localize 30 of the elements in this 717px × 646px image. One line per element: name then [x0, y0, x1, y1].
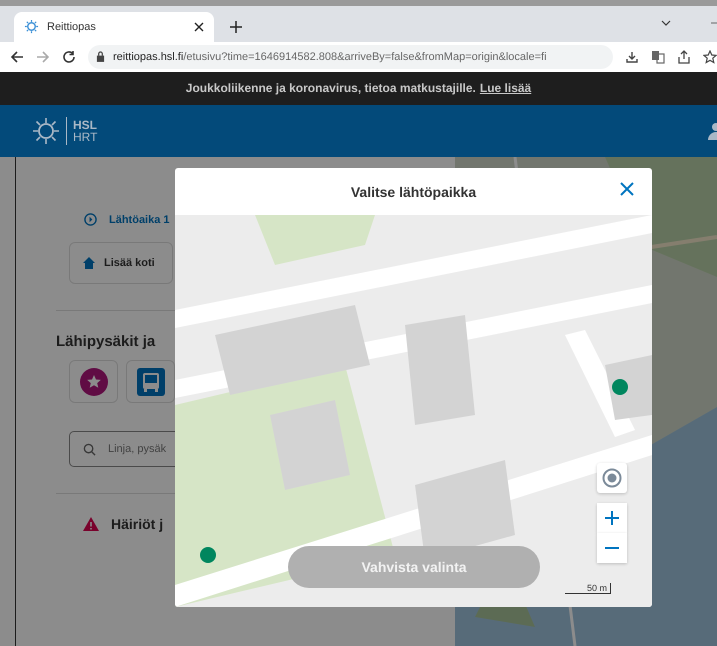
add-home-button[interactable]: Lisää koti [69, 242, 173, 284]
notice-text: Joukkoliikenne ja koronavirus, tietoa matkustajille. [186, 81, 476, 96]
mode-button[interactable] [126, 360, 175, 403]
section-title: Häiriöt j [111, 516, 164, 532]
user-icon[interactable] [707, 122, 717, 140]
search-icon [83, 443, 96, 456]
minimize-icon[interactable] [711, 22, 717, 24]
share-icon[interactable] [677, 50, 691, 64]
reload-icon[interactable] [62, 50, 76, 64]
warning-icon [83, 517, 99, 531]
sun-icon [24, 19, 39, 34]
close-icon[interactable] [194, 22, 204, 32]
plus-icon[interactable] [230, 20, 242, 33]
sun-logo-icon[interactable] [32, 117, 60, 146]
download-icon[interactable] [625, 50, 639, 64]
back-icon[interactable] [10, 50, 24, 64]
read-more-link[interactable]: Lue lisää [480, 81, 532, 96]
logo-text: HRT [73, 131, 98, 144]
dialog-title: Valitse lähtöpaikka [350, 184, 476, 200]
home-icon [82, 256, 96, 270]
logo-text: HSL [73, 119, 98, 132]
address-field[interactable]: reittiopas.hsl.fi/etusivu?time=1646914582.808&arriveBy=false&fromMap=origin&locale=fi [88, 44, 613, 69]
browser-tab[interactable]: Reittiopas [14, 12, 214, 42]
mode-button[interactable] [69, 360, 118, 403]
star-icon[interactable] [703, 50, 717, 64]
chevron-down-icon[interactable] [661, 20, 671, 26]
lock-icon [96, 51, 105, 62]
section-title: Lähipysäkit ja [56, 333, 156, 350]
tab-title: Reittiopas [47, 20, 97, 33]
bus-icon [136, 366, 166, 396]
